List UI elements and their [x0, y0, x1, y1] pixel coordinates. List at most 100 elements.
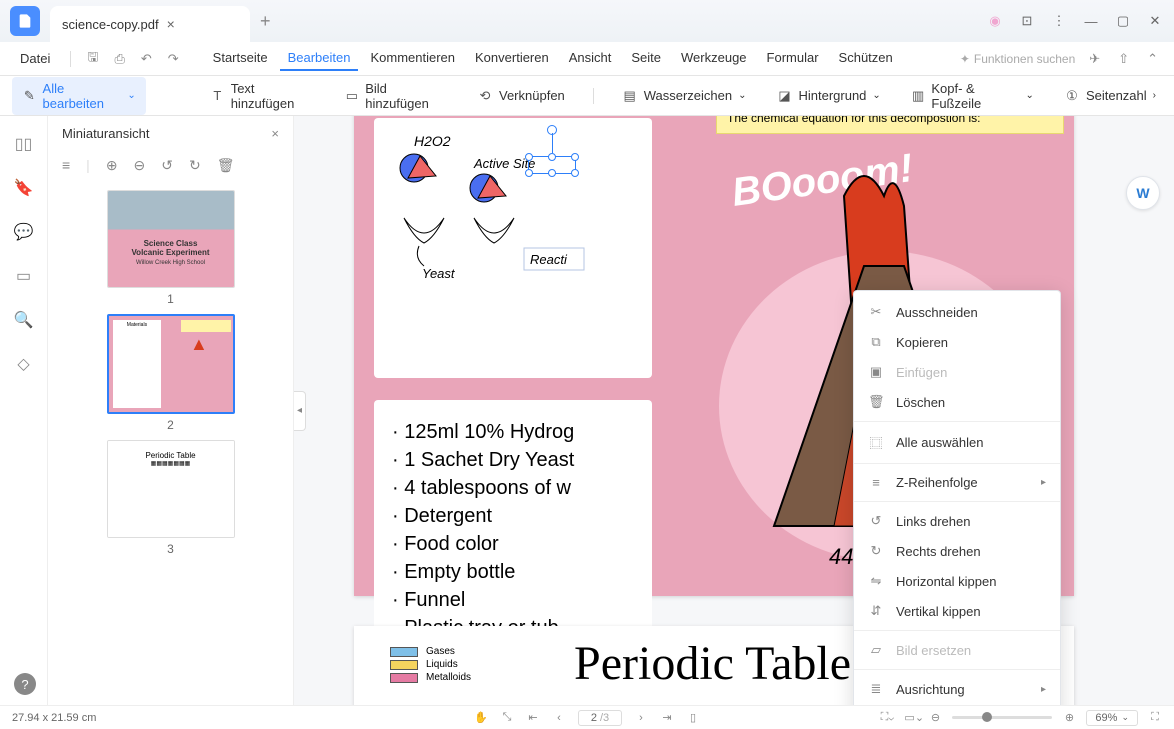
undo-icon[interactable]: ↶ — [137, 49, 156, 69]
ctx-löschen[interactable]: 🗑Löschen — [854, 387, 1060, 417]
print-icon[interactable]: ⎙ — [110, 49, 128, 69]
collapse-panel-button[interactable]: ◂ — [294, 391, 306, 431]
menu-item-bearbeiten[interactable]: Bearbeiten — [280, 46, 359, 71]
feedback-icon[interactable]: ⊡ — [1018, 13, 1036, 29]
ctx-kopieren[interactable]: ⧉ Kopieren — [854, 327, 1060, 357]
more-icon[interactable]: ⋮ — [1050, 13, 1068, 29]
background-button[interactable]: ◪Hintergrund⌄ — [770, 84, 886, 108]
collapse-ribbon-icon[interactable]: ⌃ — [1143, 49, 1162, 69]
zoom-in-icon[interactable]: ⊕ — [106, 157, 118, 174]
minimize-button[interactable]: — — [1082, 14, 1100, 29]
zoom-in-button[interactable]: ⊕ — [1062, 711, 1076, 724]
menu-item-formular[interactable]: Formular — [759, 46, 827, 71]
prev-page-button[interactable]: ‹ — [552, 712, 566, 724]
material-item: · 1 Sachet Dry Yeast — [392, 446, 634, 474]
ctx-icon: ⇋ — [868, 573, 884, 589]
text-icon: T — [210, 88, 225, 104]
layers-icon[interactable]: ◇ — [17, 354, 29, 374]
watermark-button[interactable]: ▤Wasserzeichen⌄ — [616, 84, 753, 108]
document-canvas[interactable]: ◂ H2O2 Active Site Yeast Reacti — [294, 116, 1174, 705]
fit-page-icon[interactable]: ⛶⌄ — [880, 711, 894, 724]
ctx-vertikal-kippen[interactable]: ⇵Vertikal kippen — [854, 596, 1060, 626]
redo-icon[interactable]: ↷ — [164, 49, 183, 69]
tab-close-button[interactable]: × — [167, 16, 175, 32]
menu-item-schützen[interactable]: Schützen — [831, 46, 901, 71]
main-area: ▯▯ 🔖 💬 ▭ 🔍 ◇ Miniaturansicht × ≡ | ⊕ ⊖ ↺… — [0, 116, 1174, 705]
select-tool-icon[interactable]: ⤡ — [500, 711, 514, 724]
pencil-icon: ✎ — [22, 88, 37, 104]
thumbnail-page-1[interactable]: Science ClassVolcanic ExperimentWillow C… — [107, 190, 235, 288]
link-icon: ⟲ — [477, 88, 493, 104]
ctx-label: Horizontal kippen — [896, 574, 996, 589]
list-icon[interactable]: ≡ — [62, 157, 70, 174]
legend-row: Liquids — [390, 659, 500, 670]
selected-object[interactable] — [528, 156, 576, 174]
zoom-slider[interactable] — [952, 716, 1052, 719]
last-page-button[interactable]: ⇥ — [660, 711, 674, 724]
thumbnails-icon[interactable]: ▯▯ — [15, 134, 33, 154]
help-button[interactable]: ? — [14, 673, 36, 695]
material-item: · 4 tablespoons of w — [392, 474, 634, 502]
cloud-icon[interactable]: ⇧ — [1114, 49, 1133, 69]
rotate-left-icon[interactable]: ↺ — [161, 157, 173, 174]
ctx-icon: ⧉ — [868, 334, 884, 350]
account-avatar-icon[interactable]: ◉ — [986, 13, 1004, 29]
menu-item-seite[interactable]: Seite — [623, 46, 669, 71]
ctx-label: Kopieren — [896, 335, 948, 350]
file-menu[interactable]: Datei — [12, 47, 58, 70]
link-button[interactable]: ⟲Verknüpfen — [471, 84, 571, 108]
ctx-label: Rechts drehen — [896, 544, 981, 559]
ctx-horizontal-kippen[interactable]: ⇋ Horizontal kippen — [854, 566, 1060, 596]
menu-item-startseite[interactable]: Startseite — [205, 46, 276, 71]
single-page-icon[interactable]: ▯ — [686, 711, 700, 724]
ctx-icon: ▱ — [868, 642, 884, 658]
menu-item-ansicht[interactable]: Ansicht — [561, 46, 620, 71]
ctx-ausschneiden[interactable]: ✂Ausschneiden — [854, 297, 1060, 327]
thumbnail-page-2[interactable]: Materials▲ — [107, 314, 235, 414]
delete-icon[interactable]: 🗑 — [217, 157, 235, 174]
edit-all-button[interactable]: ✎ Alle bearbeiten ⌄ — [12, 77, 146, 115]
add-text-button[interactable]: TText hinzufügen — [204, 77, 321, 115]
material-item: · Funnel — [392, 586, 634, 614]
add-image-button[interactable]: ▭Bild hinzufügen — [339, 77, 454, 115]
material-item: · Empty bottle — [392, 558, 634, 586]
menu-item-konvertieren[interactable]: Konvertieren — [467, 46, 557, 71]
ctx-icon: ⇵ — [868, 603, 884, 619]
header-footer-button[interactable]: ▥Kopf- & Fußzeile⌄ — [905, 77, 1040, 115]
ctx-alle-auswählen[interactable]: ⿴Alle auswählen — [854, 426, 1060, 459]
ctx-links-drehen[interactable]: ↺Links drehen — [854, 506, 1060, 536]
word-export-button[interactable]: W — [1126, 176, 1160, 210]
search-icon[interactable]: 🔍 — [14, 310, 34, 330]
view-mode-icon[interactable]: ▭⌄ — [904, 711, 918, 724]
page-number-button[interactable]: ①Seitenzahl› — [1058, 84, 1162, 108]
save-icon[interactable]: 🖫 — [83, 46, 102, 72]
page-input[interactable]: 2 /3 — [578, 710, 622, 726]
zoom-out-button[interactable]: ⊖ — [928, 711, 942, 724]
panel-close-button[interactable]: × — [271, 126, 279, 141]
note-box: The chemical equation for this decompost… — [716, 116, 1064, 134]
attachments-icon[interactable]: ▭ — [16, 266, 31, 286]
rotate-right-icon[interactable]: ↻ — [189, 157, 201, 174]
comments-icon[interactable]: 💬 — [14, 222, 34, 242]
document-tab[interactable]: science-copy.pdf × — [50, 6, 250, 42]
zoom-out-icon[interactable]: ⊖ — [134, 157, 146, 174]
menu-item-kommentieren[interactable]: Kommentieren — [362, 46, 463, 71]
menu-item-werkzeuge[interactable]: Werkzeuge — [673, 46, 755, 71]
bookmarks-icon[interactable]: 🔖 — [14, 178, 34, 198]
ctx-ausrichtung[interactable]: ≣Ausrichtung▸ — [854, 674, 1060, 704]
zoom-value[interactable]: 69% ⌄ — [1086, 710, 1138, 726]
fullscreen-icon[interactable]: ⛶ — [1148, 711, 1162, 724]
ctx-rechts-drehen[interactable]: ↻ Rechts drehen — [854, 536, 1060, 566]
next-page-button[interactable]: › — [634, 712, 648, 724]
thumbnail-page-3[interactable]: Periodic Table▦▦▦▦▦▦▦ — [107, 440, 235, 538]
ctx-icon: ↻ — [868, 543, 884, 559]
first-page-button[interactable]: ⇤ — [526, 711, 540, 724]
hand-tool-icon[interactable]: ✋ — [474, 711, 488, 724]
close-button[interactable]: ✕ — [1146, 13, 1164, 29]
ctx-icon: ↺ — [868, 513, 884, 529]
new-tab-button[interactable]: + — [260, 11, 271, 32]
ctx-z-reihenfolge[interactable]: ≡Z-Reihenfolge▸ — [854, 468, 1060, 497]
function-search[interactable]: ✦ Funktionen suchen — [960, 52, 1075, 66]
share-icon[interactable]: ✈ — [1085, 49, 1104, 69]
maximize-button[interactable]: ▢ — [1114, 13, 1132, 29]
